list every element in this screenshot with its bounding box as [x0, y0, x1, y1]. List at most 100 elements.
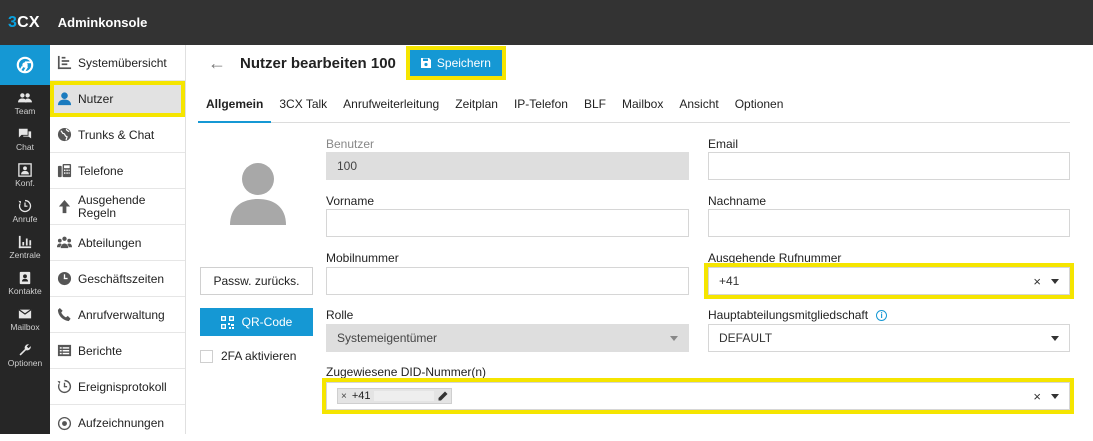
floppy-disk-icon [420, 58, 431, 68]
rail-item-conference[interactable]: Konf. [0, 157, 50, 193]
top-bar: 3CX Adminkonsole [0, 0, 1093, 45]
haupt-select[interactable]: DEFAULT [708, 324, 1070, 352]
sidebar-item-office-hours[interactable]: Geschäftszeiten [50, 261, 185, 297]
rail-item-chat[interactable]: Chat [0, 121, 50, 157]
rail-label: Anrufe [12, 213, 38, 224]
rail-home-button[interactable] [0, 45, 50, 85]
qr-code-button[interactable]: QR-Code [200, 308, 313, 336]
rolle-label: Rolle [326, 308, 354, 322]
sidebar-item-label: Ereignisprotokoll [78, 379, 167, 394]
twofa-checkbox[interactable] [200, 349, 213, 363]
avatar[interactable] [230, 161, 286, 225]
rail-label: Team [14, 105, 36, 116]
history-icon [18, 199, 32, 212]
email-input[interactable] [708, 152, 1070, 180]
tab-anrufweiterleitung[interactable]: Anrufweiterleitung [335, 89, 447, 123]
app-title: Adminkonsole [57, 15, 148, 30]
redacted-block [373, 391, 434, 401]
save-button[interactable]: Speichern [409, 50, 502, 76]
haupt-label: Hauptabteilungsmitgliedschaft i [708, 308, 888, 322]
chevron-down-icon[interactable] [1051, 394, 1059, 399]
tab-allgemein[interactable]: Allgemein [198, 89, 272, 123]
qr-code-label: QR-Code [241, 315, 293, 329]
clear-icon[interactable]: × [1033, 389, 1041, 404]
wrench-icon [19, 343, 31, 356]
tab-bar: Allgemein 3CX Talk Anrufweiterleitung Ze… [198, 89, 1070, 123]
twofa-row: 2FA aktivieren [200, 348, 296, 364]
vorname-input[interactable] [326, 209, 689, 237]
sidebar-item-event-log[interactable]: Ereignisprotokoll [50, 369, 185, 405]
ausgehend-value: +41 [719, 274, 740, 288]
ausgehend-select[interactable]: +41 × [708, 267, 1070, 295]
did-chip[interactable]: × +41 [337, 388, 452, 404]
info-icon[interactable]: i [876, 310, 888, 321]
chevron-down-icon [670, 336, 678, 341]
benutzer-value: 100 [337, 159, 358, 173]
side-menu: Systemübersicht Nutzer Trunks & Chat Tel… [50, 45, 186, 434]
tab-blf[interactable]: BLF [576, 89, 614, 123]
clear-icon[interactable]: × [1033, 274, 1041, 289]
sidebar-item-recordings[interactable]: Aufzeichnungen [50, 405, 185, 441]
icon-rail: Team Chat Konf. Anrufe Zentrale Kontakte… [0, 45, 50, 434]
chrome-icon [16, 56, 34, 74]
tab-3cx-talk[interactable]: 3CX Talk [271, 89, 335, 123]
phone-icon [57, 163, 72, 178]
rail-item-options[interactable]: Optionen [0, 337, 50, 373]
haupt-value: DEFAULT [719, 331, 773, 345]
sidebar-item-outbound-rules[interactable]: Ausgehende Regeln [50, 189, 185, 225]
sidebar-item-departments[interactable]: Abteilungen [50, 225, 185, 261]
did-chip-value: +41 [351, 390, 371, 402]
email-label: Email [708, 137, 739, 151]
sidebar-item-system-overview[interactable]: Systemübersicht [50, 45, 185, 81]
pencil-icon[interactable] [438, 391, 448, 401]
did-label: Zugewiesene DID-Nummer(n) [326, 365, 487, 379]
sidebar-item-label: Anrufverwaltung [78, 307, 165, 322]
globe-icon [57, 127, 72, 142]
rail-item-contacts[interactable]: Kontakte [0, 265, 50, 301]
rail-label: Mailbox [10, 321, 40, 332]
reset-password-button[interactable]: Passw. zurücks. [200, 267, 313, 295]
sidebar-item-label: Nutzer [78, 91, 114, 106]
rolle-select: Systemeigentümer [326, 324, 689, 352]
chevron-down-icon[interactable] [1051, 279, 1059, 284]
rail-label: Kontakte [8, 285, 42, 296]
sidebar-item-label: Ausgehende Regeln [78, 192, 146, 220]
contacts-icon [19, 271, 31, 284]
rail-item-team[interactable]: Team [0, 85, 50, 121]
sidebar-item-label: Geschäftszeiten [78, 271, 165, 286]
sidebar-item-label: Abteilungen [78, 235, 142, 250]
sidebar-item-phones[interactable]: Telefone [50, 153, 185, 189]
main-content: ← Nutzer bearbeiten 100 Speichern Allgem… [186, 45, 1093, 434]
user-icon [57, 92, 72, 106]
rail-item-mailbox[interactable]: Mailbox [0, 301, 50, 337]
conference-icon [18, 162, 32, 177]
nachname-input[interactable] [708, 209, 1070, 237]
tab-ansicht[interactable]: Ansicht [671, 89, 726, 123]
sidebar-item-trunks-chat[interactable]: Trunks & Chat [50, 117, 185, 153]
sidebar-item-label: Systemübersicht [78, 55, 167, 70]
tab-mailbox[interactable]: Mailbox [614, 89, 671, 123]
dashboard-icon [57, 55, 72, 70]
did-multiselect[interactable]: × +41 × [326, 382, 1070, 410]
rail-item-switchboard[interactable]: Zentrale [0, 229, 50, 265]
sidebar-item-users[interactable]: Nutzer [50, 81, 185, 117]
sidebar-item-label: Aufzeichnungen [78, 416, 165, 430]
rail-label: Chat [16, 141, 34, 152]
tab-optionen[interactable]: Optionen [727, 89, 792, 123]
sidebar-item-call-handling[interactable]: Anrufverwaltung [50, 297, 185, 333]
benutzer-label: Benutzer [326, 137, 375, 151]
team-icon [18, 92, 32, 102]
sidebar-item-label: Telefone [78, 163, 124, 178]
back-arrow-icon[interactable]: ← [208, 53, 226, 74]
rail-label: Zentrale [9, 249, 41, 260]
reports-icon [57, 344, 72, 357]
chip-remove-icon[interactable]: × [341, 391, 347, 402]
event-log-icon [57, 379, 72, 394]
sidebar-item-reports[interactable]: Berichte [50, 333, 185, 369]
rolle-value: Systemeigentümer [337, 331, 438, 345]
rail-item-calls[interactable]: Anrufe [0, 193, 50, 229]
mobil-input[interactable] [326, 267, 689, 295]
brand-logo[interactable]: 3CX [8, 14, 40, 32]
tab-zeitplan[interactable]: Zeitplan [447, 89, 506, 123]
tab-ip-telefon[interactable]: IP-Telefon [506, 89, 576, 123]
